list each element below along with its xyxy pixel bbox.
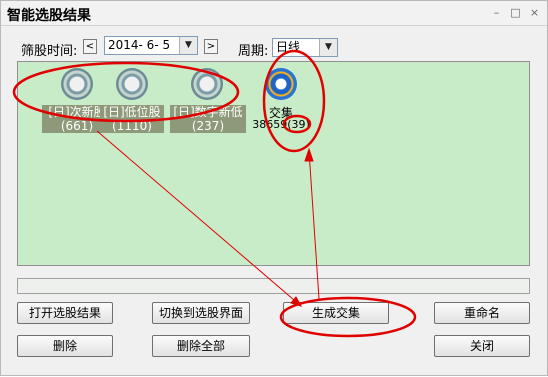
annotation-ellipse — [262, 49, 326, 153]
smart-stock-result-window: 智能选股结果 – □ × 筛股时间: < 2014- 6- 5 ▼ > 周期: … — [0, 0, 548, 376]
annotation-arrow — [308, 150, 320, 300]
annotation-arrowhead — [304, 147, 314, 162]
annotation-ellipse — [279, 296, 417, 338]
annotation-ellipse — [12, 61, 240, 123]
annotation-ellipse — [282, 114, 312, 134]
annotation-overlay — [12, 49, 417, 338]
annotation-arrow — [96, 130, 302, 307]
